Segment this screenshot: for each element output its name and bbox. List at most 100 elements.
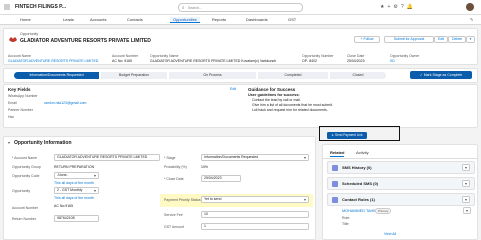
field-label: Probability (%): [164, 165, 187, 169]
nav-contacts[interactable]: Contacts: [127, 17, 143, 22]
field-label: Opportunity Group: [12, 165, 41, 169]
account-name-lookup[interactable]: GLADIATOR ADVENTURE RESORTS PRIVATE LIMI…: [54, 154, 160, 161]
key-fields-edit[interactable]: Edit: [230, 87, 236, 91]
contact-icon: [332, 197, 338, 203]
sms-icon: [332, 165, 338, 171]
path-step-2[interactable]: Budget Preparation: [101, 72, 167, 79]
section-title: Opportunity Information: [14, 140, 72, 146]
payment-priority-status-select[interactable]: Yet to send: [201, 196, 309, 203]
mark-stage-complete-button[interactable]: ✓ Mark Stage as Complete: [410, 71, 472, 79]
search-input[interactable]: ⌕ Search...: [178, 3, 303, 12]
path-step-4[interactable]: Completed: [258, 72, 328, 79]
path-step-3[interactable]: On Process: [169, 72, 256, 79]
key-field-label: Email: [8, 101, 17, 105]
tab-related[interactable]: Related: [330, 150, 345, 157]
setup-icon[interactable]: ⚙: [393, 4, 400, 10]
key-field-email-value[interactable]: ramkm.nila123@gmail.com: [44, 101, 86, 105]
nav-home[interactable]: Home: [20, 17, 31, 22]
edit-button[interactable]: Edit: [434, 36, 448, 43]
delete-button[interactable]: Delete: [448, 36, 466, 43]
stage-select[interactable]: Information/Documents Requested: [201, 154, 309, 161]
sms-history-card[interactable]: SMS History (0) ▾: [327, 161, 475, 174]
card-menu-button[interactable]: ▾: [462, 196, 470, 203]
service-fee-input[interactable]: 10: [201, 211, 309, 218]
guidance-subtitle: User guidelines for success:: [248, 93, 300, 97]
collapse-icon[interactable]: ▾: [8, 140, 10, 145]
hl-account-name-value[interactable]: GLADIATOR ADVENTURE RESORTS PRIVATE LIMI…: [8, 59, 106, 63]
hl-opportunity-number-label: Opportunity Number: [302, 54, 334, 58]
hl-close-date-label: Close Date: [347, 54, 365, 58]
field-label: GST Amount: [164, 225, 184, 229]
contact-name-link[interactable]: MOHAMMED TAHIR: [342, 209, 377, 213]
hl-account-name-label: Account Name: [8, 54, 31, 58]
follow-button[interactable]: + Follow: [354, 36, 380, 43]
account-number-value: AC No:9165: [54, 204, 74, 208]
field-helptext: This all days of the month: [54, 196, 94, 200]
primary-badge: Primary: [375, 208, 392, 214]
app-launcher-icon[interactable]: [4, 4, 10, 10]
nav-gst[interactable]: GST: [288, 17, 296, 22]
top-bar: FINTECH FILINGS P... ⌕ Search... ★+⚙?🔔: [0, 0, 481, 15]
guidance-bullet: Contact the lead by call or mail.: [252, 98, 301, 102]
hl-opportunity-number-value: OP- 8402: [302, 59, 317, 63]
tab-activity[interactable]: Activity: [356, 150, 369, 155]
hl-opportunity-name-label: Opportunity Name: [150, 54, 179, 58]
nav-reports[interactable]: Reports: [212, 17, 226, 22]
field-helptext: This all days of the month: [54, 181, 94, 185]
record-type-label: Opportunity: [20, 32, 39, 36]
card-menu-button[interactable]: ▾: [462, 180, 470, 187]
field-label: Opportunity: [12, 189, 31, 193]
avatar[interactable]: [466, 3, 474, 11]
probability-value: 10%: [201, 165, 209, 169]
field-label: Service Fee: [164, 213, 183, 217]
field-label: * Account Name: [12, 156, 38, 160]
card-menu-button[interactable]: ▾: [462, 164, 470, 171]
key-field-label: WhatsApp Number: [8, 94, 38, 98]
opportunity-select[interactable]: 2 - GST Monthly: [54, 187, 99, 194]
title-label: Title:: [342, 222, 350, 226]
notifications-icon[interactable]: 🔔: [407, 4, 416, 10]
app-title: FINTECH FILINGS P...: [15, 4, 67, 10]
contact-roles-card[interactable]: Contact Roles (1) ▾: [327, 193, 475, 206]
field-label: * Stage: [164, 156, 176, 160]
close-date-input[interactable]: 25/04/2023: [201, 175, 241, 182]
send-payment-link-button[interactable]: ➤ Send Payment Link: [327, 132, 367, 139]
submit-for-approval-button[interactable]: Submit for Approval: [384, 36, 434, 43]
hl-account-number-value: AC No: 9165: [112, 59, 133, 63]
view-all-link[interactable]: View All: [384, 232, 396, 236]
return-number-input[interactable]: 987642108: [54, 215, 99, 222]
nav-dashboards[interactable]: Dashboards: [246, 17, 268, 22]
hl-opportunity-name-value: GLADIATOR ADVENTURE RESORTS PRIVATE LIMI…: [150, 59, 277, 63]
path-step-1[interactable]: Information/Documents Requested: [14, 72, 99, 79]
key-fields-panel: Key Fields Edit WhatsApp Number Email ra…: [3, 84, 478, 128]
opportunity-code-select[interactable]: -None-: [54, 172, 99, 179]
sms-icon: [332, 181, 338, 187]
search-icon: ⌕: [182, 5, 185, 10]
guidance-title: Guidance for Success: [248, 87, 296, 92]
key-field-label: Partner Number: [8, 108, 33, 112]
guidance-bullet: Give him a list of all documents that he…: [252, 103, 333, 107]
record-header: Opportunity GLADIATOR ADVENTURE RESORTS …: [3, 28, 478, 65]
key-field-label: Hsn: [8, 115, 15, 119]
field-label: Opportunity Code: [12, 174, 40, 178]
hl-opportunity-owner-value[interactable]: SD: [390, 59, 395, 63]
hl-opportunity-owner-label: Opportunity Owner: [390, 54, 420, 58]
hl-account-number-label: Account Number: [112, 54, 139, 58]
hl-close-date-value: 25/04/2023: [347, 59, 365, 63]
nav-accounts[interactable]: Accounts: [90, 17, 106, 22]
nav-leads[interactable]: Leads: [63, 17, 74, 22]
path-step-5[interactable]: Closed: [330, 72, 386, 79]
role-label: Role:: [342, 216, 351, 220]
edit-nav-icon[interactable]: ✎: [470, 17, 473, 22]
guidance-bullet: Lull back and request him for related do…: [252, 108, 328, 112]
contact-menu-button[interactable]: ▾: [463, 207, 471, 214]
scheduled-sms-card[interactable]: Scheduled SMS (0) ▾: [327, 177, 475, 190]
field-label: Account Number: [12, 206, 39, 210]
record-name: GLADIATOR ADVENTURE RESORTS PRIVATE LIMI…: [20, 38, 151, 44]
opportunity-logo: [8, 35, 18, 44]
nav-opportunities[interactable]: Opportunities: [170, 17, 200, 23]
more-actions-button[interactable]: ▾: [466, 36, 475, 43]
key-fields-title: Key Fields: [8, 87, 31, 92]
field-label: * Close Date: [164, 177, 184, 181]
gst-amount-input[interactable]: 1: [201, 223, 309, 230]
